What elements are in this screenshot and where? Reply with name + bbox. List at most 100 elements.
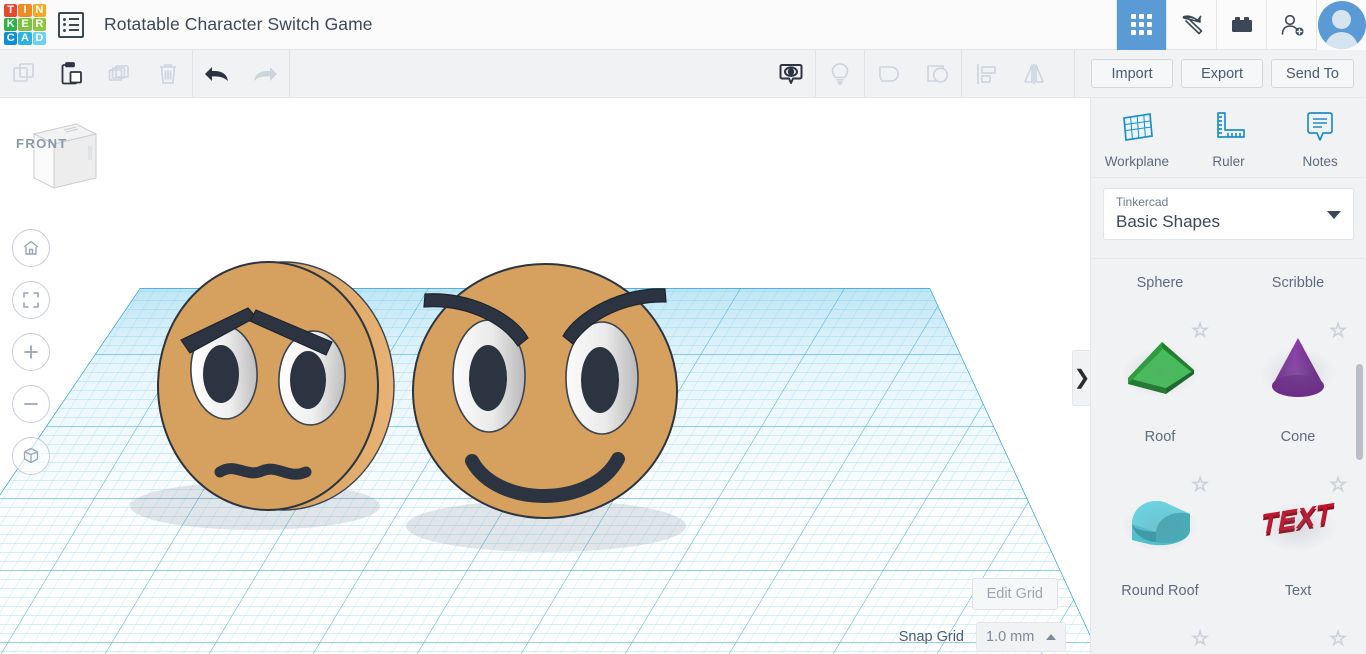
doc-bullet (63, 23, 66, 26)
snap-grid-label: Snap Grid (898, 629, 964, 645)
perspective-toggle-icon[interactable] (12, 437, 50, 475)
shape-card-sphere[interactable]: Sphere (1091, 259, 1229, 305)
apps-grid-icon[interactable] (1116, 0, 1166, 50)
avatar-body (1325, 31, 1358, 49)
logo-cell-3: K (4, 17, 18, 32)
shape-thumb (1114, 473, 1206, 569)
shape-card-next-1[interactable]: ☆ (1091, 613, 1229, 654)
undo-arrow-icon[interactable] (193, 50, 241, 98)
editor-toolbar: Import Export Send To (0, 49, 1366, 98)
shape-thumb (1114, 319, 1206, 415)
worried-face-3d-object[interactable] (152, 250, 402, 550)
doc-row-1 (63, 17, 79, 21)
tool-workplane[interactable]: Workplane (1091, 106, 1183, 177)
top-header-bar: T I N K E R C A D Rotatable Character Sw… (0, 0, 1366, 50)
thumb-shadow (1120, 501, 1200, 553)
logo-cell-0: T (4, 3, 18, 17)
favorite-star-icon[interactable]: ☆ (1191, 629, 1210, 650)
fit-to-view-icon[interactable] (12, 281, 50, 319)
tool-notes[interactable]: Notes (1274, 106, 1366, 177)
shape-card-scribble[interactable]: Scribble (1229, 259, 1366, 305)
logo-cell-4: E (18, 17, 32, 32)
logo-cell-5: R (32, 17, 46, 32)
redo-arrow-icon[interactable] (241, 50, 289, 98)
tool-workplane-label: Workplane (1104, 154, 1169, 169)
edit-grid-button[interactable]: Edit Grid (971, 578, 1058, 610)
doc-line (68, 29, 79, 31)
group-shapes-icon[interactable] (865, 50, 913, 98)
shape-library-select[interactable]: Tinkercad Basic Shapes (1103, 188, 1354, 240)
snap-grid-value: 1.0 mm (986, 629, 1035, 645)
shape-row: ☆ ☆ (1091, 613, 1366, 654)
shape-card-text[interactable]: ☆ TEXT TEXT Text (1229, 459, 1366, 613)
tool-ruler[interactable]: Ruler (1183, 106, 1275, 177)
add-user-icon[interactable] (1266, 0, 1316, 50)
pickaxe-icon[interactable] (1166, 0, 1216, 50)
clipboard-tool-group (0, 50, 192, 98)
send-to-button[interactable]: Send To (1271, 59, 1354, 88)
shape-label: Text (1284, 583, 1312, 599)
view-cube[interactable] (20, 114, 100, 196)
view-cube-face-label: FRONT (16, 136, 68, 151)
library-provider: Tinkercad (1116, 195, 1169, 209)
chevron-down-icon (1327, 211, 1341, 219)
doc-row-3 (63, 28, 79, 32)
shape-thumb (1114, 259, 1206, 261)
thumb-shadow (1258, 501, 1338, 553)
shape-label: Roof (1144, 429, 1176, 445)
header-actions (1116, 0, 1366, 50)
tool-ruler-label: Ruler (1212, 154, 1245, 169)
zoom-out-icon[interactable] (12, 385, 50, 423)
panel-collapse-button[interactable]: ❯ (1072, 350, 1091, 406)
shape-shelf-scroll: Sphere Scribble ☆ Roof ☆ Cone ☆ Round Ro… (1091, 259, 1366, 654)
avatar[interactable] (1316, 0, 1366, 50)
shape-row: ☆ Round Roof ☆ Text (1091, 459, 1366, 613)
logo-cell-7: A (18, 32, 32, 46)
shape-thumb (1252, 259, 1344, 261)
import-button[interactable]: Import (1091, 59, 1174, 88)
shape-card-roof[interactable]: ☆ Roof (1091, 305, 1229, 459)
page-title[interactable]: Rotatable Character Switch Game (104, 14, 373, 35)
delete-trash-icon[interactable] (144, 50, 192, 98)
paste-icon[interactable] (48, 50, 96, 98)
shape-row: Sphere Scribble (1091, 259, 1366, 305)
doc-line (68, 18, 79, 20)
workplane-grid-icon (1122, 113, 1153, 141)
home-view-icon[interactable] (12, 229, 50, 267)
shape-label: Round Roof (1121, 583, 1199, 599)
avatar-head (1332, 9, 1351, 29)
toolbar-divider (1074, 49, 1076, 98)
align-icon[interactable] (962, 50, 1010, 98)
shape-card-next-2[interactable]: ☆ (1229, 613, 1366, 654)
confident-face-3d-object[interactable] (410, 256, 700, 556)
duplicate-icon[interactable] (96, 50, 144, 98)
3d-viewport[interactable]: FRONT Edit Grid Snap Grid 1.0 mm (0, 98, 1090, 654)
document-list-icon[interactable] (58, 11, 84, 38)
zoom-in-icon[interactable] (12, 333, 50, 371)
grid-glyph (1130, 13, 1153, 36)
snap-grid-select[interactable]: 1.0 mm (976, 622, 1066, 652)
tinkercad-logo[interactable]: T I N K E R C A D (0, 0, 50, 50)
show-hide-eye-icon[interactable] (767, 50, 815, 98)
lightbulb-hint-icon[interactable] (816, 50, 864, 98)
snap-grid-control: Snap Grid 1.0 mm (899, 622, 1066, 652)
favorite-star-icon[interactable]: ☆ (1329, 629, 1348, 650)
library-collection: Basic Shapes (1116, 212, 1220, 231)
mirror-flip-icon[interactable] (1010, 50, 1058, 98)
tool-notes-label: Notes (1302, 154, 1338, 169)
history-tool-group (193, 50, 289, 98)
shape-card-round-roof[interactable]: ☆ Round Roof (1091, 459, 1229, 613)
shape-card-cone[interactable]: ☆ Cone (1229, 305, 1366, 459)
notes-icon (1307, 112, 1334, 141)
shape-thumb (1252, 319, 1344, 415)
shape-shelf[interactable]: Sphere Scribble ☆ Roof ☆ Cone ☆ Round Ro… (1091, 258, 1366, 654)
brick-icon[interactable] (1216, 0, 1266, 50)
tinkercad-app: T I N K E R C A D Rotatable Character Sw… (0, 0, 1366, 654)
shape-shelf-scrollbar[interactable] (1356, 364, 1363, 460)
export-button[interactable]: Export (1181, 59, 1264, 88)
ungroup-shapes-icon[interactable] (913, 50, 961, 98)
shape-label: Cone (1280, 429, 1316, 445)
chevron-up-icon (1046, 634, 1056, 640)
ruler-icon (1216, 112, 1245, 138)
copy-icon[interactable] (0, 50, 48, 98)
